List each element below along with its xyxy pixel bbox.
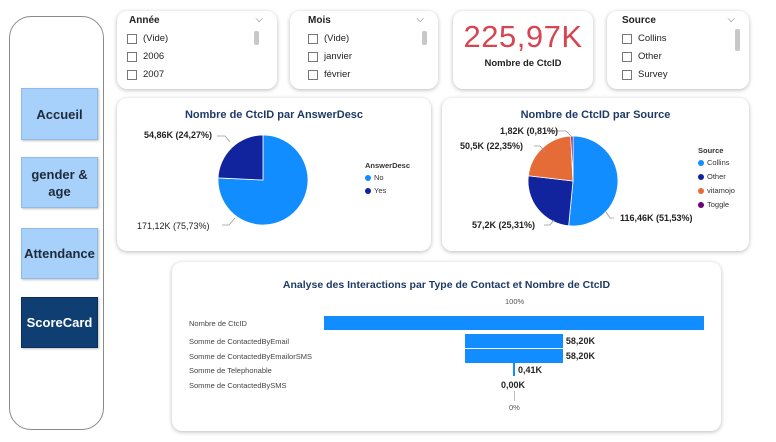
checkbox[interactable] <box>308 33 318 44</box>
slicer-source-item[interactable]: Survey <box>622 69 668 80</box>
pie-slice-yes[interactable] <box>217 134 264 181</box>
kpi-value: 225,97K <box>463 19 583 54</box>
checkbox[interactable] <box>127 69 137 80</box>
funnel-connector <box>514 391 515 401</box>
funnel-category-label: Somme de ContactedBySMS <box>189 381 287 390</box>
funnel-category-label: Somme de ContactedByEmail <box>189 337 290 346</box>
checkbox[interactable] <box>127 51 137 62</box>
pie-slice-vitamojo[interactable] <box>527 135 574 182</box>
funnel-bar[interactable] <box>513 363 515 376</box>
slicer-annee-title: Année <box>129 15 160 26</box>
slicer-mois-item[interactable]: (Vide) <box>308 33 349 44</box>
funnel-value-label: 58,20K <box>565 336 595 346</box>
chevron-down-icon[interactable]: ⌵ <box>416 14 424 25</box>
slicer-mois-title: Mois <box>308 15 331 26</box>
legend-title: Source <box>698 146 724 155</box>
data-label-yes: 54,86K (24,27%) <box>144 130 213 140</box>
navigation-panel: Accueil gender & age Attendance ScoreCar… <box>9 16 104 430</box>
funnel-value-label: 0,41K <box>518 365 543 375</box>
nav-scorecard-button[interactable]: ScoreCard <box>21 297 98 348</box>
checkbox[interactable] <box>622 51 632 62</box>
checkbox[interactable] <box>308 69 318 80</box>
slicer-source-item[interactable]: Other <box>622 51 662 62</box>
legend-item-no[interactable]: No <box>365 173 384 182</box>
pie-slice-collins[interactable] <box>568 135 619 227</box>
scrollbar[interactable] <box>254 31 259 45</box>
slicer-source-item[interactable]: Collins <box>622 33 667 44</box>
slicer-mois-item[interactable]: février <box>308 69 350 80</box>
data-label-other: 57,2K (25,31%) <box>472 220 536 230</box>
legend-title: AnswerDesc <box>365 161 411 170</box>
funnel-bar[interactable] <box>465 349 563 363</box>
legend-item-toggle[interactable]: Toggle <box>698 200 729 209</box>
data-label-vitamojo: 50,5K (22,35%) <box>460 141 524 151</box>
funnel-rows: Nombre de CtcID Somme de ContactedByEmail… <box>172 262 721 431</box>
nav-accueil-button[interactable]: Accueil <box>21 88 98 140</box>
legend-item-other[interactable]: Other <box>698 172 726 181</box>
funnel-category-label: Somme de Telephonable <box>189 366 272 375</box>
kpi-card: 225,97K Nombre de CtcID <box>453 11 593 89</box>
legend-item-collins[interactable]: Collins <box>698 158 730 167</box>
nav-gender-age-button[interactable]: gender & age <box>21 157 98 208</box>
pie-chart-source: Nombre de CtcID par Source 1,82K (0,81%)… <box>442 98 749 251</box>
data-label-no: 171,12K (75,73%) <box>137 221 210 231</box>
legend-item-vitamojo[interactable]: vitamojo <box>698 186 735 195</box>
funnel-category-label: Somme de ContactedByEmailorSMS <box>189 352 312 361</box>
funnel-bar[interactable] <box>324 316 704 330</box>
pie-chart-answerdesc: Nombre de CtcID par AnswerDesc 54,86K (2… <box>117 98 431 251</box>
funnel-category-label: Nombre de CtcID <box>189 319 247 328</box>
pie-slice-other[interactable] <box>527 175 574 227</box>
funnel-value-label: 58,20K <box>565 351 595 361</box>
leader-line <box>217 135 231 143</box>
legend-item-yes[interactable]: Yes <box>365 186 386 195</box>
slicer-mois: Mois ⌵ (Vide) janvier février <box>290 11 438 89</box>
funnel-bar[interactable] <box>465 334 563 348</box>
checkbox[interactable] <box>308 51 318 62</box>
chevron-down-icon[interactable]: ⌵ <box>727 14 735 25</box>
slicer-annee-item[interactable]: (Vide) <box>127 33 168 44</box>
slicer-source: Source ⌵ Collins Other Survey <box>607 11 749 89</box>
slicer-source-title: Source <box>622 15 656 26</box>
funnel-value-label: 0,00K <box>501 380 526 390</box>
scrollbar[interactable] <box>735 29 740 51</box>
leader-line <box>222 217 236 226</box>
slicer-mois-item[interactable]: janvier <box>308 51 352 62</box>
slicer-annee: Année ⌵ (Vide) 2006 2007 <box>117 11 277 89</box>
data-label-collins: 116,46K (51,53%) <box>620 213 693 223</box>
kpi-label: Nombre de CtcID <box>484 58 562 69</box>
data-label-toggle: 1,82K (0,81%) <box>500 126 559 136</box>
slicer-annee-item[interactable]: 2007 <box>127 69 164 80</box>
funnel-chart: Analyse des Interactions par Type de Con… <box>172 262 721 431</box>
chevron-down-icon[interactable]: ⌵ <box>255 14 263 25</box>
slicer-annee-item[interactable]: 2006 <box>127 51 164 62</box>
leader-line <box>605 211 614 219</box>
checkbox[interactable] <box>622 69 632 80</box>
scrollbar[interactable] <box>422 31 427 45</box>
checkbox[interactable] <box>622 33 632 44</box>
nav-attendance-button[interactable]: Attendance <box>21 228 98 279</box>
checkbox[interactable] <box>127 33 137 44</box>
